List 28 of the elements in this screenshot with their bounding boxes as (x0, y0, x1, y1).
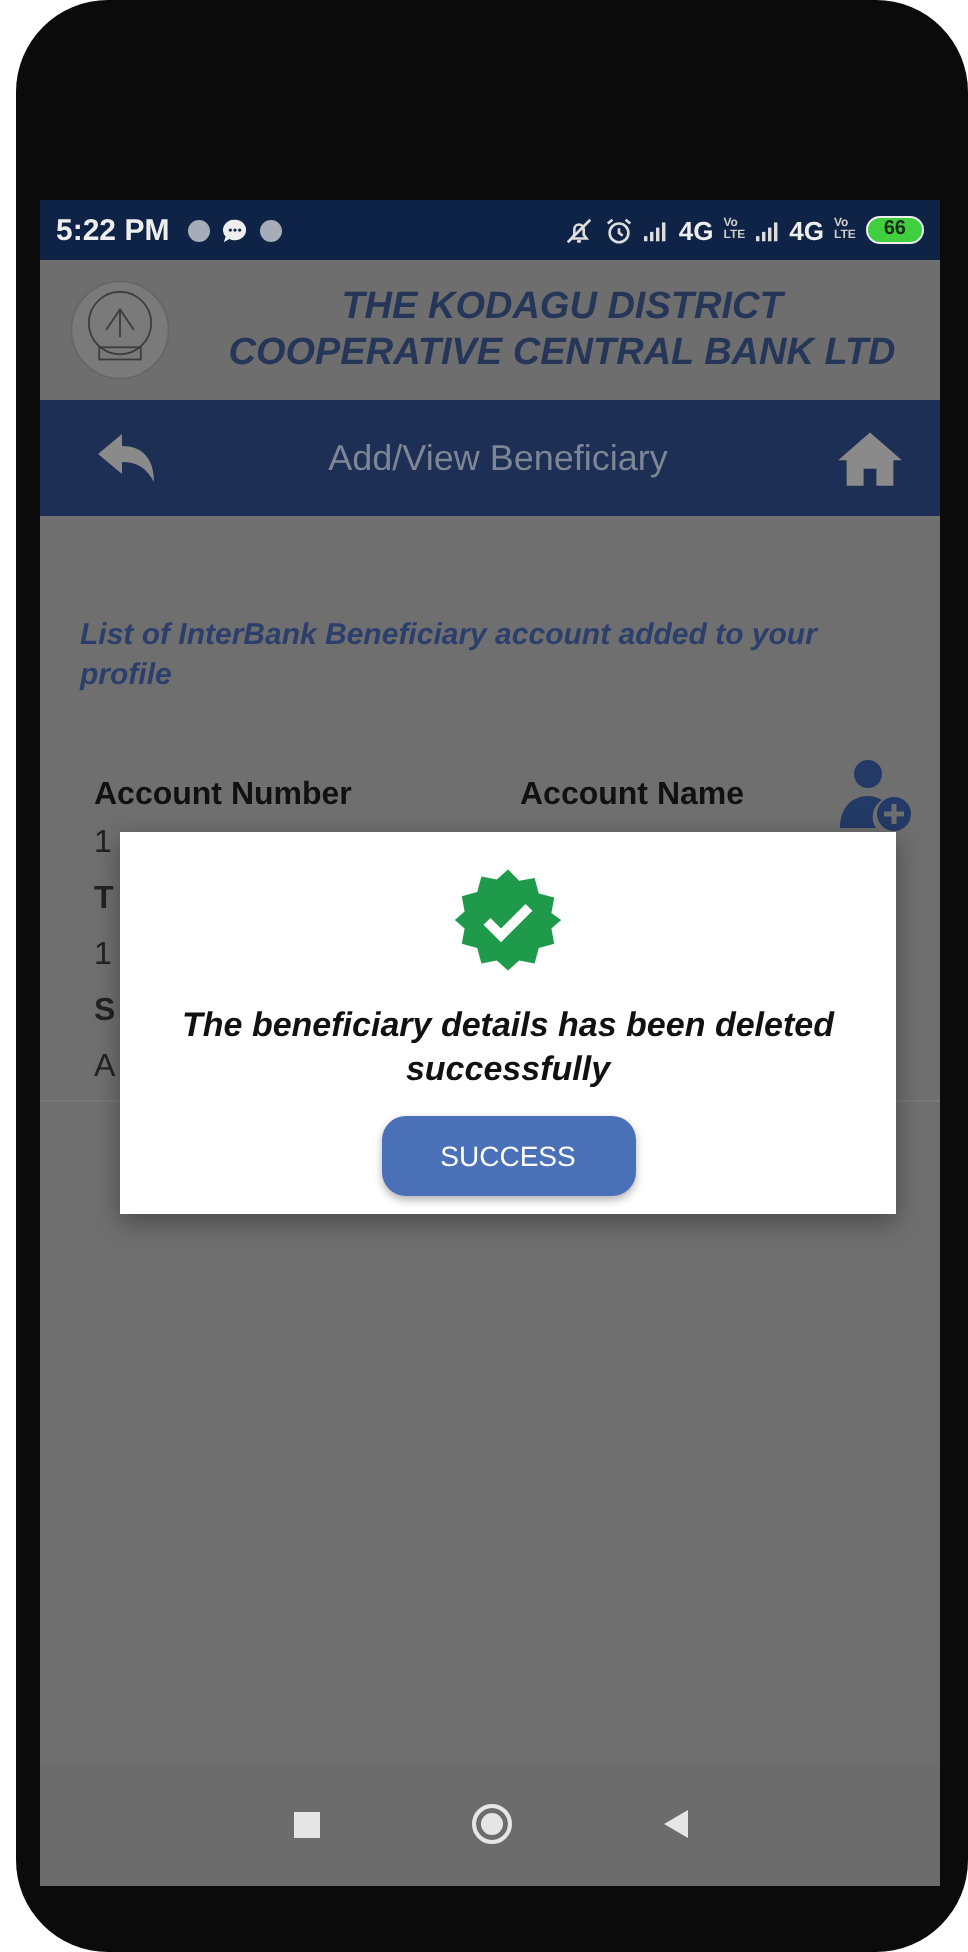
back-triangle-icon[interactable] (663, 1810, 687, 1838)
alarm-icon (604, 215, 635, 245)
verified-check-icon (452, 864, 564, 976)
column-header: Account Name (520, 778, 745, 814)
ringer-off-icon (564, 215, 595, 245)
table-cell-text: 1 (94, 936, 112, 976)
recents-icon[interactable] (293, 1811, 319, 1837)
home-circle-icon[interactable] (471, 1804, 511, 1844)
network-type: 4G (789, 215, 824, 245)
success-button[interactable]: SUCCESS (381, 1116, 635, 1196)
bank-name: THE KODAGU DISTRICT COOPERATIVE CENTRAL BANK LTD (226, 284, 898, 376)
battery-indicator: 66 (865, 216, 924, 244)
status-time: 5:22 PM (56, 213, 170, 247)
notification-dot-icon (187, 219, 210, 241)
home-icon[interactable] (835, 428, 904, 488)
message-icon (219, 215, 250, 245)
signal-icon (644, 219, 669, 241)
table-cell-text: T (94, 880, 114, 920)
intro-text: List of InterBank Beneficiary account added to your profile (80, 616, 821, 696)
table-cell-text: A (94, 1048, 116, 1088)
page-title: Add/View Beneficiary (328, 437, 668, 479)
network-type: 4G (678, 215, 714, 245)
table-cell-text: S (94, 992, 116, 1032)
column-header: Account Number (94, 778, 354, 814)
notification-dot-icon (259, 219, 282, 241)
signal-icon (755, 219, 780, 241)
dialog-message: The beneficiary details has been deleted successfully (180, 1004, 837, 1092)
table-cell-text: 1 (94, 824, 112, 864)
